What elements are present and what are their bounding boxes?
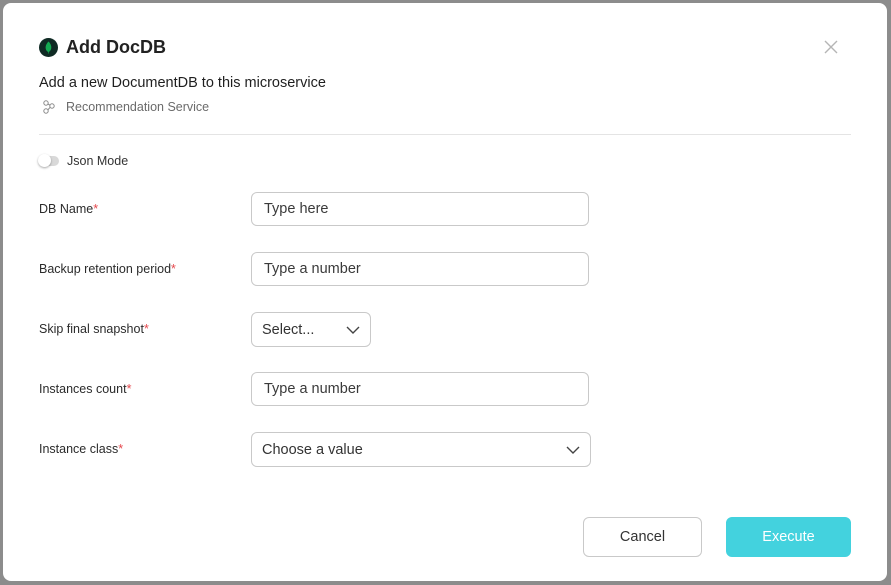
service-context: Recommendation Service xyxy=(42,100,209,114)
execute-button[interactable]: Execute xyxy=(726,517,851,557)
skip-final-snapshot-label: Skip final snapshot* xyxy=(39,322,149,336)
instance-class-label: Instance class* xyxy=(39,442,123,456)
dialog-title: Add DocDB xyxy=(66,37,166,57)
backup-retention-label: Backup retention period* xyxy=(39,262,176,276)
json-mode-toggle[interactable] xyxy=(38,154,59,167)
instances-count-input[interactable] xyxy=(251,372,589,406)
cancel-button[interactable]: Cancel xyxy=(583,517,702,557)
skip-final-snapshot-value: Select... xyxy=(262,321,315,338)
close-icon[interactable] xyxy=(823,39,839,55)
required-mark: * xyxy=(118,442,124,456)
required-mark: * xyxy=(171,262,176,276)
service-name: Recommendation Service xyxy=(66,100,210,114)
db-name-label: DB Name* xyxy=(39,202,98,216)
chevron-down-icon xyxy=(346,322,360,338)
required-mark: * xyxy=(143,322,149,336)
skip-final-snapshot-label-text: Skip final snapshot xyxy=(39,322,144,336)
required-mark: * xyxy=(93,202,99,216)
chevron-down-icon xyxy=(566,442,580,458)
db-name-label-text: DB Name xyxy=(39,202,94,216)
dialog-header: Add DocDB xyxy=(39,37,166,58)
backup-retention-label-text: Backup retention period xyxy=(39,262,172,276)
header-divider xyxy=(39,134,851,135)
add-docdb-dialog: Add DocDB Add a new DocumentDB to this m… xyxy=(3,3,887,581)
instance-class-value: Choose a value xyxy=(262,441,363,458)
instances-count-label: Instances count* xyxy=(39,382,131,396)
db-name-input[interactable] xyxy=(251,192,589,226)
mongodb-leaf-icon xyxy=(39,38,58,57)
skip-final-snapshot-select[interactable]: Select... xyxy=(251,312,371,347)
instance-class-select[interactable]: Choose a value xyxy=(251,432,591,467)
dialog-subtitle: Add a new DocumentDB to this microservic… xyxy=(39,75,326,91)
instances-count-label-text: Instances count xyxy=(39,382,127,396)
required-mark: * xyxy=(126,382,132,396)
json-mode-label: Json Mode xyxy=(67,154,129,168)
json-mode-row: Json Mode xyxy=(38,154,129,168)
microservice-icon xyxy=(42,100,56,114)
toggle-knob xyxy=(38,154,51,167)
backup-retention-input[interactable] xyxy=(251,252,589,286)
instance-class-label-text: Instance class xyxy=(39,442,119,456)
